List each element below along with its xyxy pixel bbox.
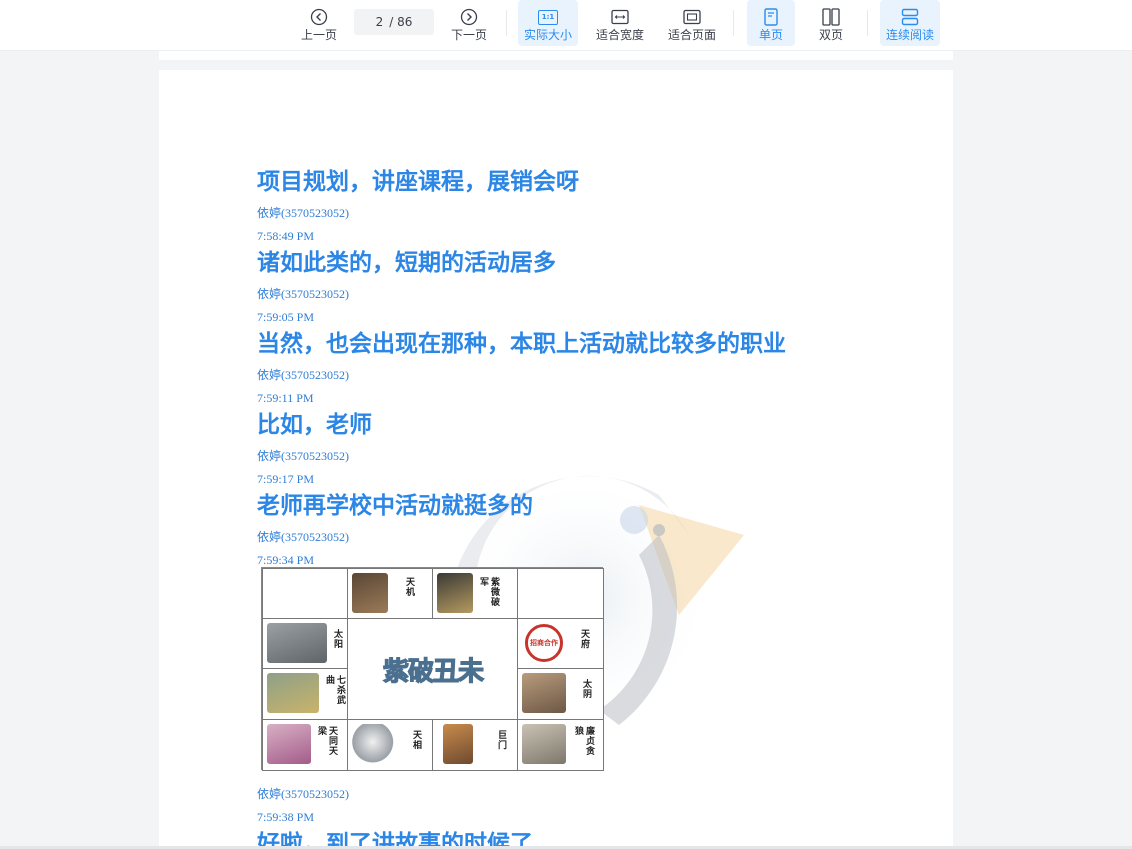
fit-width-icon [611, 6, 629, 28]
timestamp: 7:59:05 PM [257, 310, 315, 324]
chart-cell-tianxiang: 天相 [347, 719, 433, 771]
group-photo-icon [267, 623, 327, 663]
fit-page-icon [683, 6, 701, 28]
badge-icon: 招商合作 [522, 623, 566, 663]
chart-cell-tianfu: 招商合作 天府 [517, 618, 604, 669]
great-wall-icon [522, 724, 566, 764]
current-page: 2 [375, 15, 384, 29]
chart-cell-jumen: 巨门 [432, 719, 518, 771]
next-page-button[interactable]: 下一页 [447, 0, 491, 46]
sender-name: 依婷(3570523052) [257, 368, 349, 382]
actual-size-icon: 1:1 [538, 6, 558, 28]
emperor-icon [437, 573, 473, 613]
timestamp: 7:59:17 PM [257, 472, 315, 486]
chevron-left-circle-icon [310, 6, 328, 28]
chevron-right-circle-icon [460, 6, 478, 28]
chat-entry: 依婷(3570523052) 7:59:38 PM 好啦，到了讲故事的时候了 [257, 783, 533, 849]
timestamp: 7:59:11 PM [257, 391, 314, 405]
chart-cell-qisha-wuqu: 七杀武曲 [262, 668, 348, 720]
chat-entry: 老师再学校中活动就挺多的 依婷(3570523052) 7:59:34 PM [257, 491, 786, 572]
cartoon-figures-icon [267, 724, 311, 764]
chart-cell-taiyang: 太阳 [262, 618, 348, 669]
chart-cell-taiyin: 太阴 [517, 668, 604, 720]
chat-entry: 诸如此类的，短期的活动居多 依婷(3570523052) 7:59:05 PM [257, 248, 786, 329]
fit-page-label: 适合页面 [667, 28, 716, 42]
total-pages: / 86 [389, 15, 413, 29]
toolbar-divider [867, 10, 868, 36]
message-text: 项目规划，讲座课程，展销会呀 [257, 169, 579, 195]
double-page-icon [822, 6, 840, 28]
sender-name: 依婷(3570523052) [257, 287, 349, 301]
chat-log: 项目规划，讲座课程，展销会呀 依婷(3570523052) 7:58:49 PM… [257, 167, 786, 572]
toolbar: 上一页 2 / 86 下一页 1:1 实际大小 适合宽度 适合页面 单页 双页 … [0, 0, 1132, 51]
chart-cell-tiantong-tianliang: 天同天梁 [262, 719, 348, 771]
mirror-icon [352, 724, 398, 764]
message-text: 老师再学校中活动就挺多的 [257, 493, 533, 519]
next-page-label: 下一页 [450, 28, 487, 42]
gold-coins-icon [267, 673, 319, 713]
sender-name: 依婷(3570523052) [257, 530, 349, 544]
continuous-reading-label: 连续阅读 [885, 28, 934, 42]
single-page-label: 单页 [758, 28, 783, 42]
message-text: 比如，老师 [257, 412, 372, 438]
actual-size-button[interactable]: 1:1 实际大小 [518, 0, 578, 46]
chart-cell-empty [262, 568, 348, 619]
chart-cell-tianji: 天机 [347, 568, 433, 619]
timestamp: 7:59:38 PM [257, 810, 315, 824]
chart-center-title: 紫破丑未 [382, 656, 484, 687]
cartoon-figure-icon [443, 724, 473, 764]
message-text: 当然，也会出现在那种，本职上活动就比较多的职业 [257, 331, 786, 357]
merchant-badge: 招商合作 [525, 624, 563, 662]
prev-page-label: 上一页 [300, 28, 337, 42]
chart-cell-ziwei-pojun: 紫微破军 [432, 568, 518, 619]
chat-entry: 项目规划，讲座课程，展销会呀 依婷(3570523052) 7:58:49 PM [257, 167, 786, 248]
actual-size-label: 实际大小 [523, 28, 572, 42]
fit-page-button[interactable]: 适合页面 [664, 0, 720, 46]
toolbar-divider [506, 10, 507, 36]
astrology-chart-image: 天机 紫微破军 太阳 七杀武曲 紫破丑未 招商合作 天府 太阴 天同天梁 天相 … [261, 567, 604, 771]
toolbar-divider [733, 10, 734, 36]
chart-cell-lianzhen-tanlang: 廉贞贪狼 [517, 719, 604, 771]
portrait-icon [522, 673, 566, 713]
continuous-reading-button[interactable]: 连续阅读 [880, 0, 940, 46]
document-page: 项目规划，讲座课程，展销会呀 依婷(3570523052) 7:58:49 PM… [159, 70, 953, 849]
double-page-label: 双页 [818, 28, 843, 42]
chart-cell-empty [517, 568, 604, 619]
single-page-icon [763, 6, 779, 28]
timestamp: 7:58:49 PM [257, 229, 315, 243]
prev-page-button[interactable]: 上一页 [297, 0, 341, 46]
previous-page-edge [159, 50, 953, 60]
double-page-button[interactable]: 双页 [807, 0, 855, 46]
chat-entry: 当然，也会出现在那种，本职上活动就比较多的职业 依婷(3570523052) 7… [257, 329, 786, 410]
message-text: 诸如此类的，短期的活动居多 [257, 250, 556, 276]
fit-width-label: 适合宽度 [595, 28, 644, 42]
sender-name: 依婷(3570523052) [257, 206, 349, 220]
single-page-button[interactable]: 单页 [747, 0, 795, 46]
sender-name: 依婷(3570523052) [257, 787, 349, 801]
portrait-icon [352, 573, 388, 613]
chat-entry: 比如，老师 依婷(3570523052) 7:59:17 PM [257, 410, 786, 491]
fit-width-button[interactable]: 适合宽度 [592, 0, 648, 46]
continuous-reading-icon [901, 6, 919, 28]
sender-name: 依婷(3570523052) [257, 449, 349, 463]
page-number-input[interactable]: 2 / 86 [354, 9, 434, 35]
